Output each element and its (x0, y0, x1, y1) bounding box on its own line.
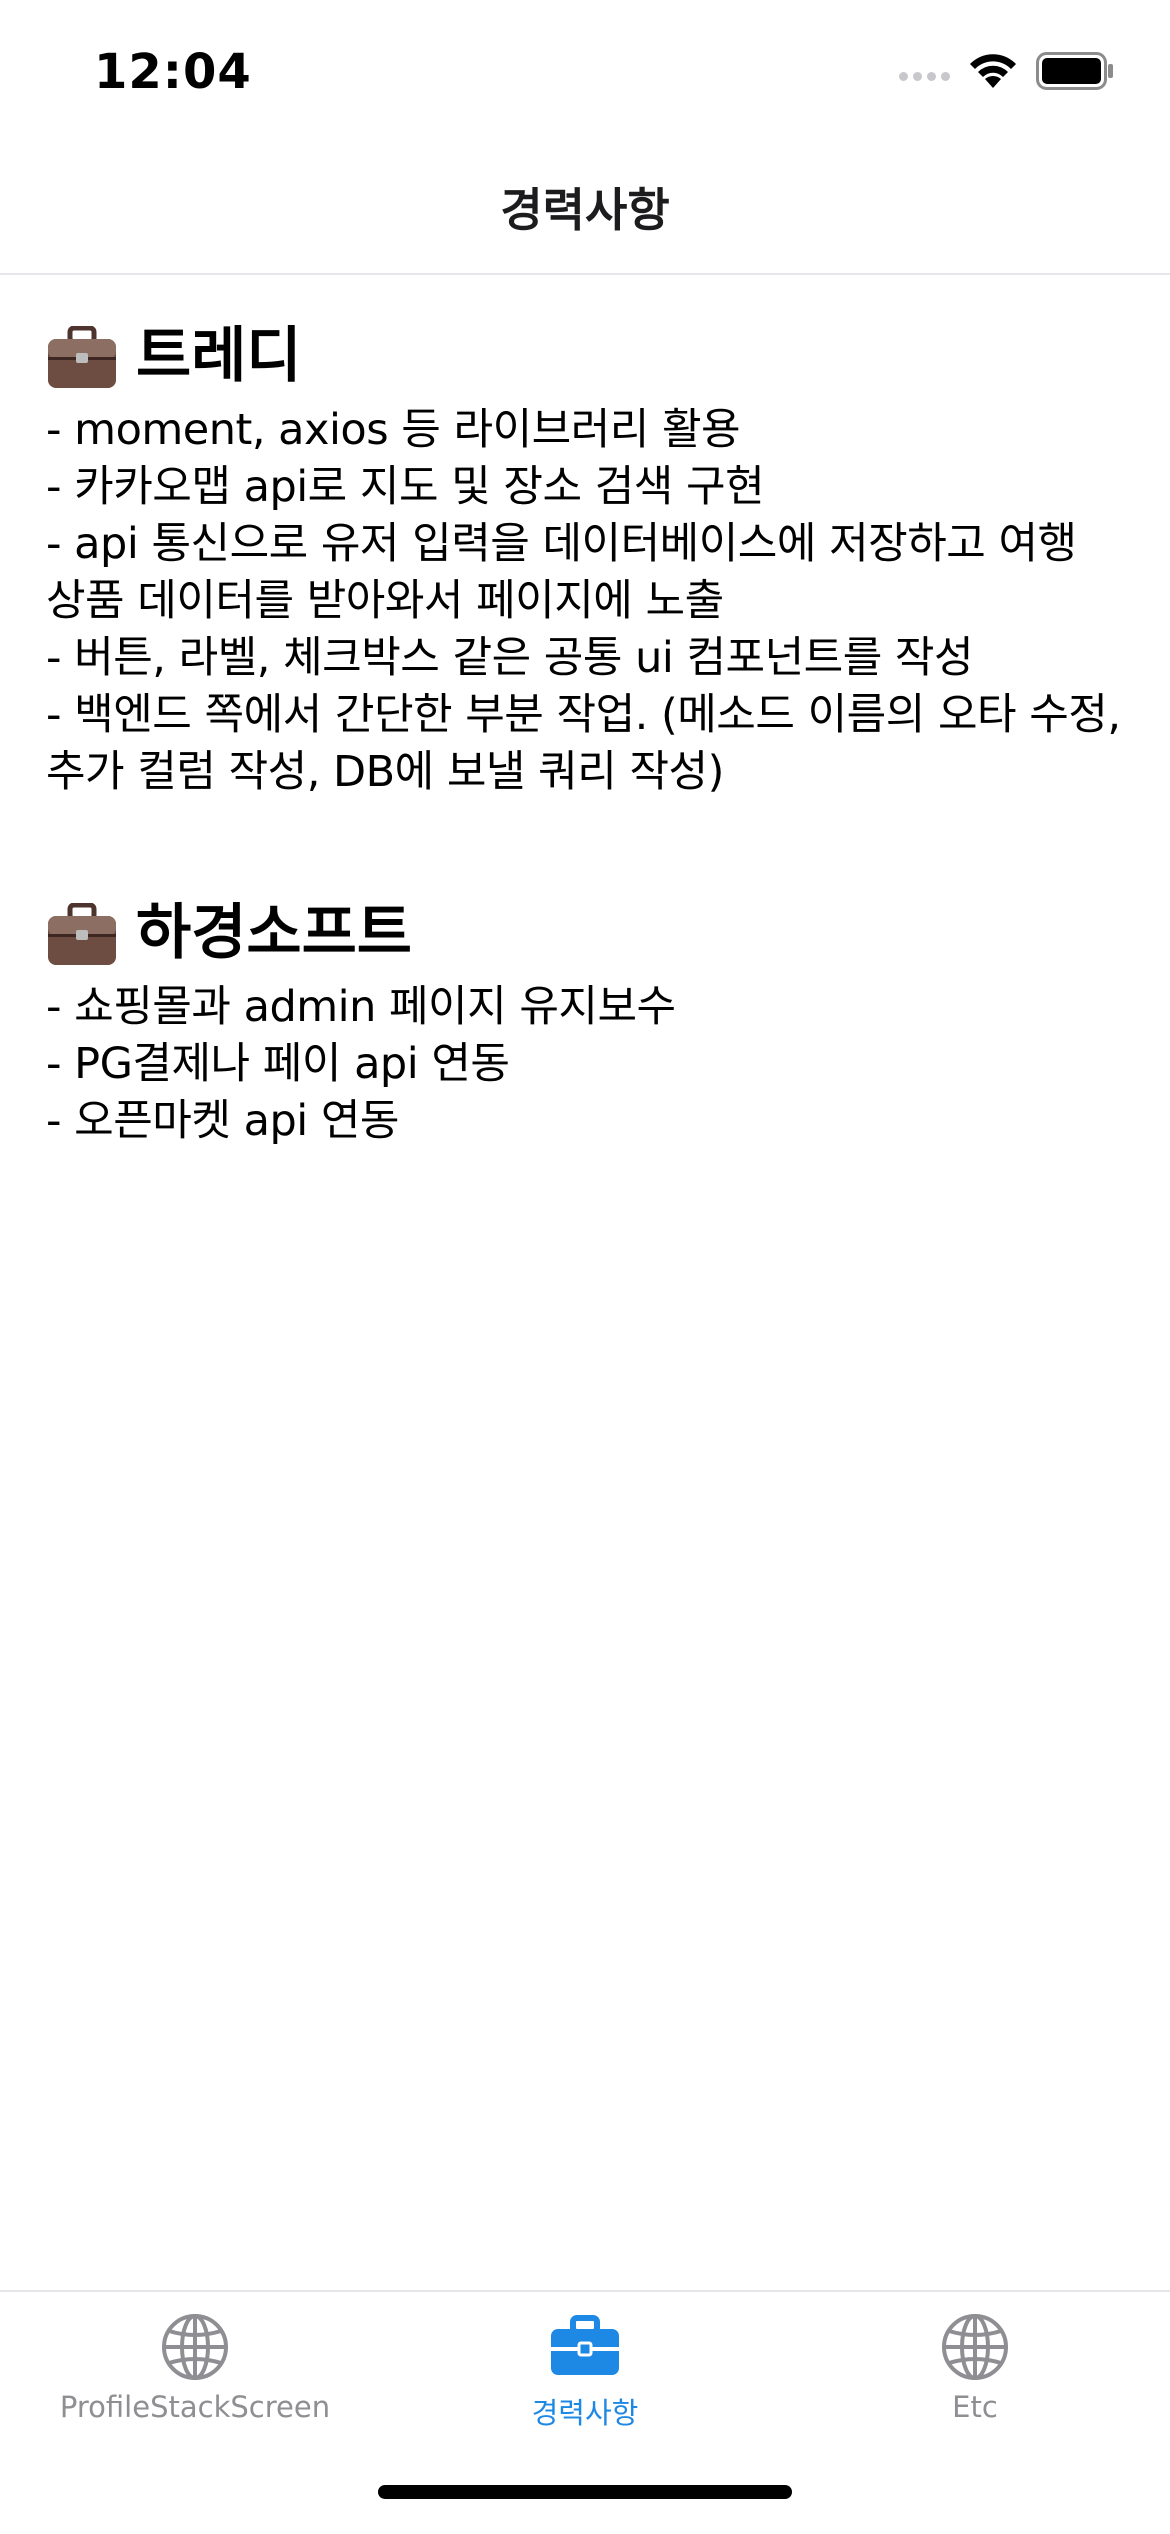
briefcase-icon (48, 326, 116, 388)
battery-icon (1036, 52, 1113, 90)
duty-item: - 카카오맵 api로 지도 및 장소 검색 구현 (46, 462, 765, 512)
duty-item: - 쇼핑몰과 admin 페이지 유지보수 (46, 982, 676, 1032)
tab-label: 경력사항 (531, 2396, 639, 2430)
duty-item: - 오픈마켓 api 연동 (46, 1096, 399, 1146)
briefcase-icon (48, 903, 116, 965)
company-name: 하경소프트 (136, 898, 412, 968)
company-header: 하경소프트 (46, 887, 1126, 979)
company-section: 하경소프트 - 쇼핑몰과 admin 페이지 유지보수 - PG결제나 페이 a… (46, 887, 1126, 1150)
duty-item: - 버튼, 라벨, 체크박스 같은 공통 ui 컴포넌트를 작성 (46, 633, 974, 683)
company-header: 트레디 (46, 310, 1126, 402)
home-indicator[interactable] (378, 2485, 792, 2499)
cellular-signal-icon (899, 71, 950, 81)
company-section: 트레디 - moment, axios 등 라이브러리 활용 - 카카오맵 ap… (46, 310, 1126, 801)
duty-item: - api 통신으로 유저 입력을 데이터베이스에 저장하고 여행 상품 데이터… (46, 519, 1077, 626)
tab-label: Etc (952, 2390, 998, 2424)
status-bar: 12:04 (0, 0, 1170, 140)
status-time: 12:04 (94, 44, 252, 100)
tab-career[interactable]: 경력사항 (390, 2312, 780, 2432)
page-title: 경력사항 (500, 182, 670, 237)
navigation-header: 경력사항 (0, 140, 1170, 275)
tab-etc[interactable]: Etc (780, 2312, 1170, 2424)
globe-icon (942, 2314, 1008, 2380)
duty-item: - PG결제나 페이 api 연동 (46, 1039, 510, 1089)
tab-label: ProfileStackScreen (59, 2390, 331, 2424)
duty-item: - moment, axios 등 라이브러리 활용 (46, 405, 741, 455)
globe-icon (162, 2314, 228, 2380)
wifi-icon (970, 54, 1016, 88)
status-indicators (899, 52, 1114, 90)
tab-profile[interactable]: ProfileStackScreen (0, 2312, 390, 2424)
company-name: 트레디 (136, 321, 302, 391)
duty-item: - 백엔드 쪽에서 간단한 부분 작업. (메소드 이름의 오타 수정, 추가 … (46, 690, 1121, 797)
career-content: 트레디 - moment, axios 등 라이브러리 활용 - 카카오맵 ap… (46, 310, 1126, 1236)
briefcase-icon (551, 2315, 619, 2375)
